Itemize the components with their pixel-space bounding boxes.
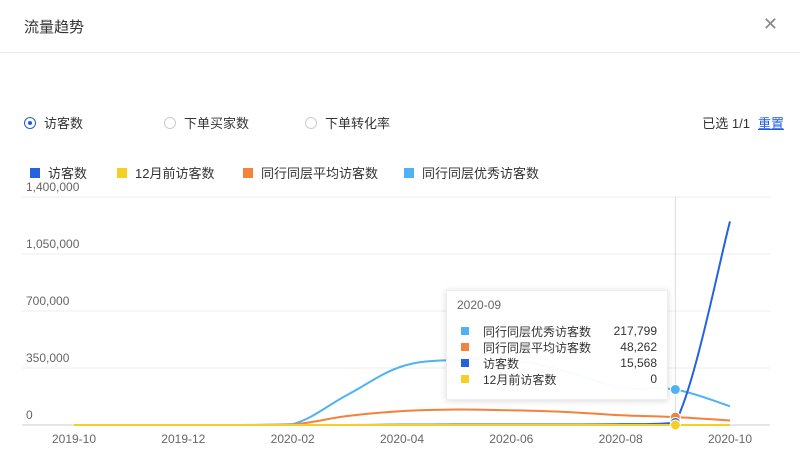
- series-line: [74, 408, 731, 426]
- tooltip-value: 48,262: [620, 340, 657, 354]
- x-tick-label: 2020-04: [380, 432, 424, 446]
- y-tick-label: 350,000: [26, 351, 70, 365]
- tooltip-title: 2020-09: [457, 298, 502, 312]
- y-tick-label: 1,400,000: [26, 180, 80, 194]
- selected-count: 已选 1/1: [702, 116, 750, 131]
- y-tick-label: 700,000: [26, 294, 70, 308]
- dialog-header: 流量趋势 ✕: [0, 0, 800, 53]
- x-tick-label: 2020-02: [271, 432, 315, 446]
- x-tick-label: 2020-08: [599, 432, 643, 446]
- legend-swatch: [117, 167, 127, 178]
- tooltip-value: 0: [650, 372, 657, 386]
- tooltip-swatch: [461, 343, 469, 351]
- radio-unchecked-icon: [305, 116, 317, 129]
- tooltip-row: 12月前访客数 0: [461, 371, 657, 387]
- traffic-trend-chart[interactable]: 0 350,000 700,000 1,050,000 1,400,000 2019-10…: [0, 180, 800, 470]
- radio-buyers[interactable]: 下单买家数: [164, 113, 249, 132]
- radio-checked-icon: [24, 116, 36, 129]
- tooltip-value: 217,799: [613, 324, 657, 338]
- tooltip-label: 同行同层优秀访客数: [483, 324, 592, 339]
- hover-point: [669, 419, 681, 431]
- tooltip-label: 访客数: [483, 356, 520, 371]
- radio-visitors[interactable]: 访客数: [24, 113, 83, 132]
- x-tick-label: 2020-06: [489, 432, 533, 446]
- radio-label: 下单转化率: [325, 116, 391, 131]
- tooltip-row: 同行同层优秀访客数 217,799: [461, 323, 657, 339]
- reset-link[interactable]: 重置: [758, 116, 784, 131]
- radio-label: 下单买家数: [184, 116, 250, 131]
- y-tick-label: 1,050,000: [26, 237, 80, 251]
- x-tick-label: 2020-10: [708, 432, 752, 446]
- tooltip-label: 同行同层平均访客数: [483, 340, 592, 355]
- close-icon[interactable]: ✕: [763, 14, 778, 35]
- tooltip-swatch: [461, 327, 469, 335]
- radio-unchecked-icon: [164, 116, 176, 129]
- legend-swatch: [404, 167, 414, 178]
- tooltip-row: 同行同层平均访客数 48,262: [461, 339, 657, 355]
- radio-label: 访客数: [44, 116, 84, 131]
- tooltip-swatch: [461, 375, 469, 383]
- tooltip-label: 12月前访客数: [483, 372, 557, 387]
- dialog-title: 流量趋势: [24, 19, 85, 36]
- radio-conversion[interactable]: 下单转化率: [305, 113, 390, 132]
- tooltip-row: 访客数 15,568: [461, 355, 657, 371]
- chart-tooltip: 2020-09 同行同层优秀访客数 217,799 同行同层平均访客数 48,2…: [446, 290, 668, 400]
- tooltip-value: 15,568: [620, 356, 657, 370]
- legend-swatch: [30, 167, 40, 178]
- y-tick-label: 0: [26, 408, 33, 422]
- legend-swatch: [243, 167, 253, 178]
- tooltip-swatch: [461, 359, 469, 367]
- hover-point: [669, 384, 681, 396]
- x-tick-label: 2019-10: [52, 432, 96, 446]
- x-tick-label: 2019-12: [161, 432, 205, 446]
- metric-radio-group: 访客数 下单买家数 下单转化率 已选 1/1 重置: [24, 113, 784, 133]
- selection-info: 已选 1/1 重置: [702, 113, 784, 132]
